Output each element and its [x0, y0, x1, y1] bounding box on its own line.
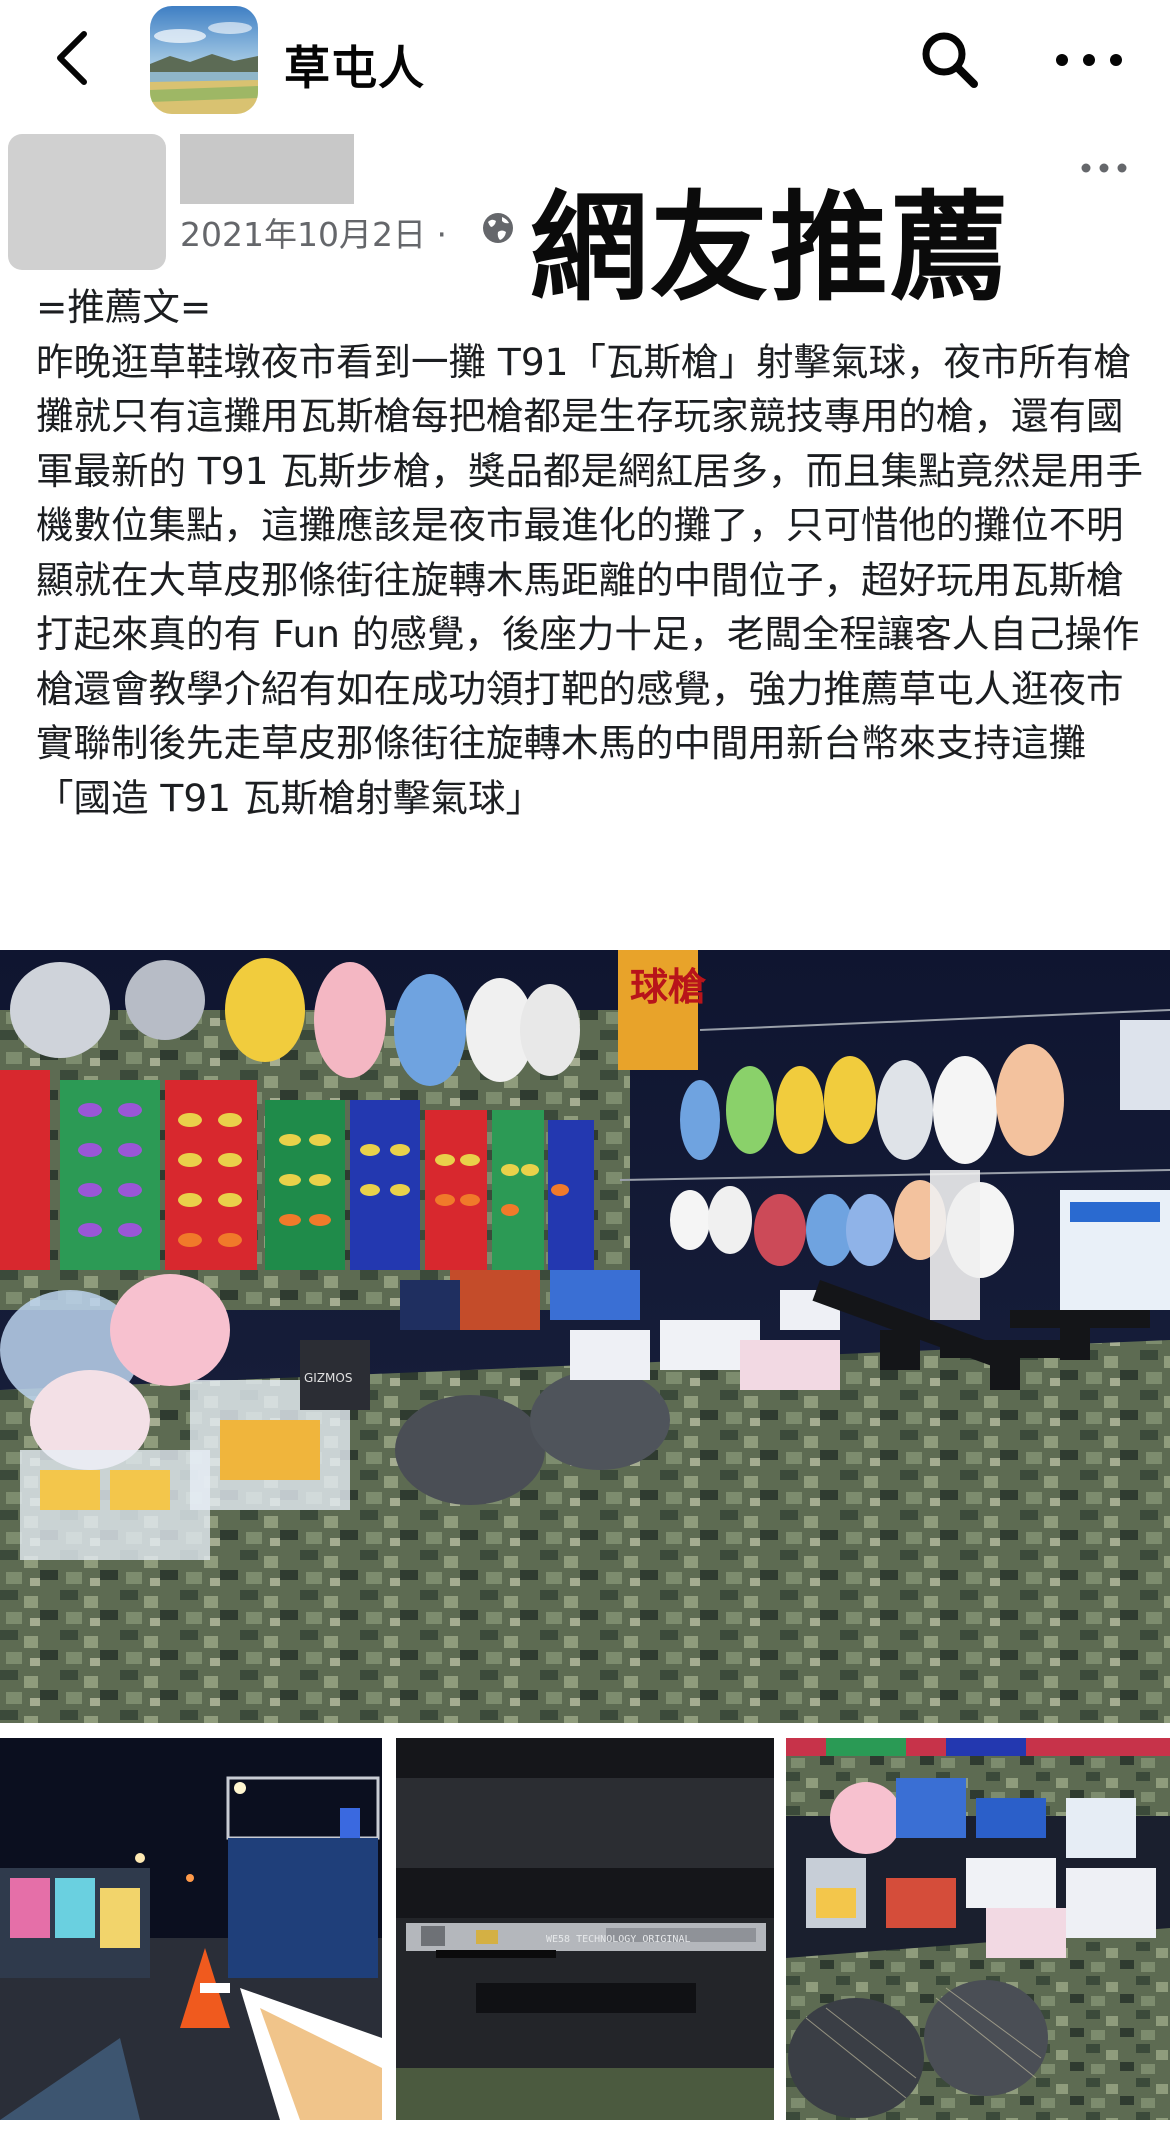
- night-market-stall-photo: 球槍 GIZMOS: [0, 950, 1170, 1723]
- back-button[interactable]: [50, 26, 100, 90]
- search-button[interactable]: [918, 28, 982, 92]
- globe-icon: [480, 210, 516, 246]
- more-horizontal-icon: [1081, 163, 1127, 173]
- post-photo-3[interactable]: WE58 TECHNOLOGY ORIGINAL: [396, 1738, 774, 2120]
- night-market-street-photo: [0, 1738, 382, 2120]
- post-timestamp[interactable]: 2021年10月2日 ·: [180, 208, 447, 256]
- author-avatar-redacted[interactable]: [8, 134, 166, 270]
- post-options-button[interactable]: [1078, 156, 1130, 180]
- group-header: 草屯人: [0, 0, 1170, 120]
- search-icon: [922, 32, 978, 88]
- post-photo-4[interactable]: [786, 1738, 1170, 2120]
- group-cover-thumbnail[interactable]: [150, 6, 258, 114]
- more-horizontal-icon: [1056, 54, 1122, 66]
- gun-case-photo: WE58 TECHNOLOGY ORIGINAL: [396, 1738, 774, 2120]
- group-name[interactable]: 草屯人: [284, 32, 425, 98]
- prize-table-photo: [786, 1738, 1170, 2120]
- post-photo-main[interactable]: 球槍 GIZMOS: [0, 950, 1170, 1723]
- landscape-photo: [150, 6, 258, 114]
- gun-engraving-text: WE58 TECHNOLOGY ORIGINAL: [546, 1934, 691, 1945]
- stall-sign-text: 球槍: [630, 965, 707, 1009]
- post-photo-2[interactable]: [0, 1738, 382, 2120]
- chevron-left-icon: [57, 31, 87, 85]
- more-options-button[interactable]: [1052, 40, 1126, 80]
- box-label-text: GIZMOS: [304, 1371, 352, 1385]
- post-body-text: =推薦文= 昨晚逛草鞋墩夜市看到一攤 T91「瓦斯槍」射擊氣球，夜市所有槍攤就只…: [36, 285, 1143, 820]
- author-name-redacted[interactable]: [180, 134, 354, 204]
